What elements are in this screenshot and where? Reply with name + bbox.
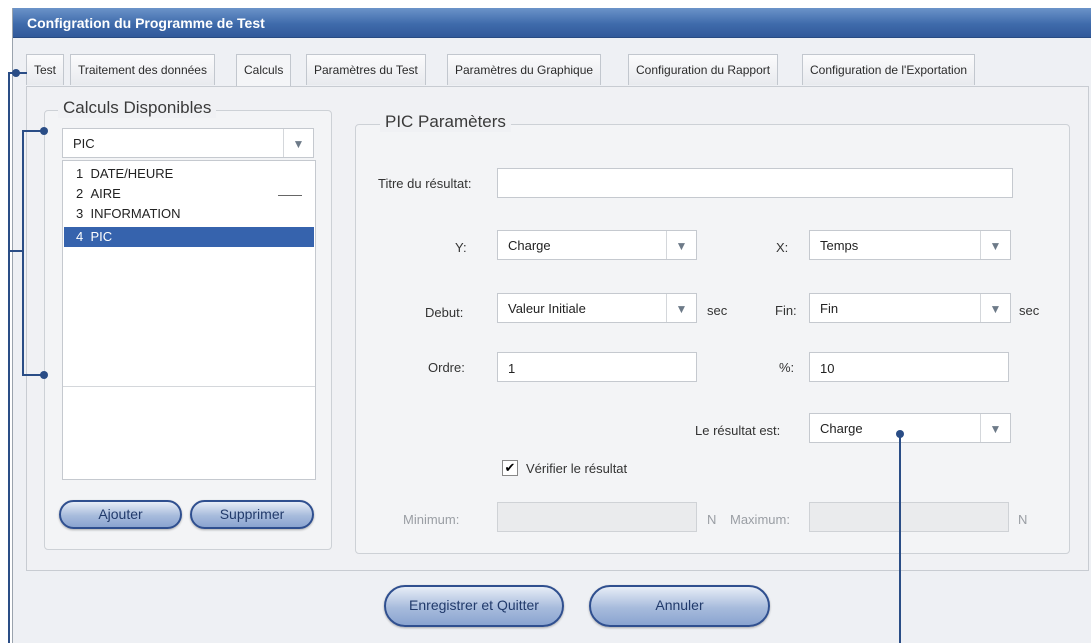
title-bar: Configration du Programme de Test bbox=[13, 8, 1091, 38]
chevron-down-icon: ▼ bbox=[980, 414, 1010, 442]
calcul-type-select[interactable]: PIC ▼ bbox=[62, 128, 314, 158]
titre-resultat-label: Titre du résultat: bbox=[378, 176, 472, 191]
tab-parametres-test[interactable]: Paramètres du Test bbox=[306, 54, 426, 85]
add-button[interactable]: Ajouter bbox=[59, 500, 182, 529]
cancel-button[interactable]: Annuler bbox=[589, 585, 770, 627]
list-item-date-heure[interactable]: 1 DATE/HEURE bbox=[64, 164, 314, 184]
verifier-checkbox[interactable]: ✔ bbox=[502, 460, 518, 476]
debut-value: Valeur Initiale bbox=[508, 301, 586, 316]
chevron-down-icon: ▼ bbox=[980, 231, 1010, 259]
item-label: PIC bbox=[90, 229, 113, 244]
tab-label: Configuration du Rapport bbox=[636, 63, 771, 77]
item-label: INFORMATION bbox=[90, 206, 181, 221]
callout-line bbox=[8, 72, 16, 74]
resultat-label: Le résultat est: bbox=[695, 423, 781, 438]
item-number: 4 bbox=[76, 229, 84, 244]
titre-resultat-input[interactable] bbox=[497, 168, 1013, 198]
resultat-select[interactable]: Charge ▼ bbox=[809, 413, 1011, 443]
tab-label: Test bbox=[34, 63, 57, 77]
maximum-unit: N bbox=[1018, 512, 1028, 527]
callout-line bbox=[8, 72, 10, 643]
item-number: 3 bbox=[76, 206, 84, 221]
resultat-value: Charge bbox=[820, 421, 863, 436]
tab-calculs[interactable]: Calculs bbox=[236, 54, 292, 87]
item-number: 2 bbox=[76, 186, 84, 201]
tab-label: Paramètres du Graphique bbox=[455, 63, 594, 77]
callout-line bbox=[899, 434, 901, 643]
tab-label: Configuration de l'Exportation bbox=[810, 63, 968, 77]
y-label: Y: bbox=[455, 240, 467, 255]
tab-label: Paramètres du Test bbox=[314, 63, 418, 77]
fin-unit: sec bbox=[1019, 303, 1040, 318]
y-select[interactable]: Charge ▼ bbox=[497, 230, 697, 260]
tab-configuration-rapport[interactable]: Configuration du Rapport bbox=[628, 54, 779, 85]
screenshot-stage: Configration du Programme de Test Test T… bbox=[0, 0, 1091, 643]
fin-value: Fin bbox=[820, 301, 839, 316]
tab-configuration-exportation[interactable]: Configuration de l'Exportation bbox=[802, 54, 976, 85]
list-item-information[interactable]: 3 INFORMATION bbox=[64, 204, 314, 224]
tab-traitement-donnees[interactable]: Traitement des données bbox=[70, 54, 215, 85]
verifier-label: Vérifier le résultat bbox=[526, 461, 628, 476]
minimum-unit: N bbox=[707, 512, 717, 527]
callout-bracket bbox=[8, 250, 22, 252]
chevron-down-icon: ▼ bbox=[666, 231, 696, 259]
check-icon: ✔ bbox=[504, 460, 516, 475]
callout-line bbox=[15, 72, 27, 74]
callout-dot bbox=[40, 127, 48, 135]
list-item-pic[interactable]: 4 PIC bbox=[64, 227, 314, 247]
callout-bracket bbox=[22, 130, 24, 374]
dash-mark bbox=[278, 195, 302, 196]
maximum-label: Maximum: bbox=[730, 512, 790, 527]
item-number: 1 bbox=[76, 166, 84, 181]
tab-label: Traitement des données bbox=[78, 63, 207, 77]
delete-button[interactable]: Supprimer bbox=[190, 500, 314, 529]
list-divider bbox=[63, 386, 315, 387]
tab-parametres-graphique[interactable]: Paramètres du Graphique bbox=[447, 54, 602, 85]
fin-select[interactable]: Fin ▼ bbox=[809, 293, 1011, 323]
ordre-input[interactable]: 1 bbox=[497, 352, 697, 382]
calcul-type-value: PIC bbox=[73, 136, 95, 151]
pct-label: %: bbox=[779, 360, 795, 375]
calculs-disponibles-legend: Calculs Disponibles bbox=[58, 98, 217, 118]
calculs-list: 1 DATE/HEURE 2 AIRE 3 INFORMATION 4 PIC bbox=[62, 160, 316, 480]
pct-input[interactable]: 10 bbox=[809, 352, 1009, 382]
tab-test[interactable]: Test bbox=[26, 54, 65, 85]
minimum-label: Minimum: bbox=[403, 512, 460, 527]
callout-dot bbox=[40, 371, 48, 379]
debut-label: Debut: bbox=[425, 305, 464, 320]
ordre-label: Ordre: bbox=[428, 360, 465, 375]
pic-parametres-legend: PIC Paramèters bbox=[380, 112, 511, 132]
item-label: DATE/HEURE bbox=[90, 166, 174, 181]
tab-label: Calculs bbox=[244, 63, 284, 77]
maximum-input[interactable] bbox=[809, 502, 1009, 532]
item-label: AIRE bbox=[90, 186, 121, 201]
x-label: X: bbox=[776, 240, 789, 255]
window-title: Configration du Programme de Test bbox=[27, 15, 265, 31]
minimum-input[interactable] bbox=[497, 502, 697, 532]
x-value: Temps bbox=[820, 238, 859, 253]
debut-unit: sec bbox=[707, 303, 728, 318]
save-and-quit-button[interactable]: Enregistrer et Quitter bbox=[384, 585, 564, 627]
y-value: Charge bbox=[508, 238, 551, 253]
chevron-down-icon: ▼ bbox=[666, 294, 696, 322]
chevron-down-icon: ▼ bbox=[980, 294, 1010, 322]
list-item-aire[interactable]: 2 AIRE bbox=[64, 184, 314, 204]
x-select[interactable]: Temps ▼ bbox=[809, 230, 1011, 260]
debut-select[interactable]: Valeur Initiale ▼ bbox=[497, 293, 697, 323]
chevron-down-icon: ▼ bbox=[283, 129, 313, 157]
fin-label: Fin: bbox=[775, 303, 797, 318]
